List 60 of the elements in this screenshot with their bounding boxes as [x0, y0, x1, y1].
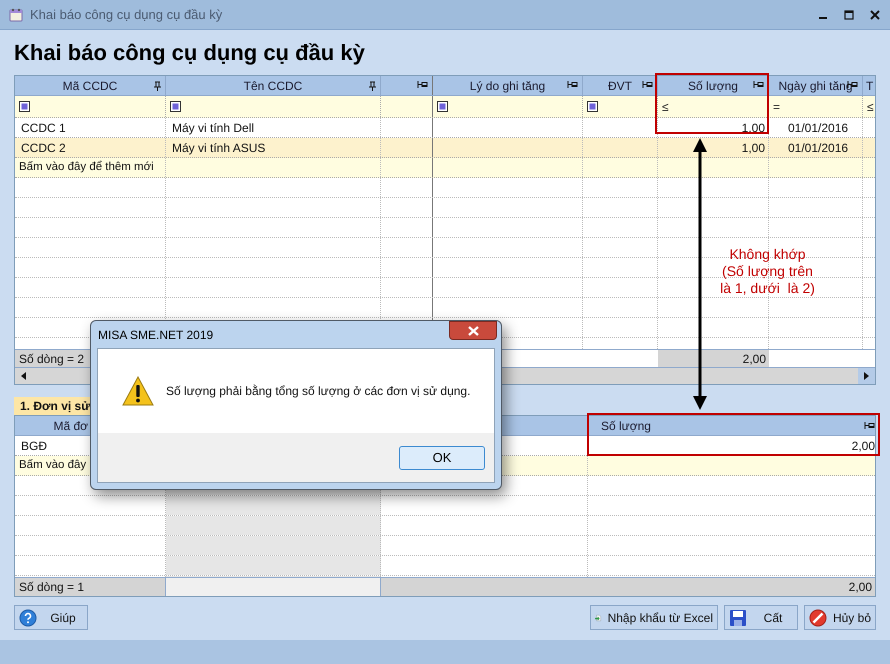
- table-cell-text: 01/01/2016: [787, 140, 850, 156]
- pin-icon: [417, 81, 428, 88]
- table-cell-text: Máy vi tính ASUS: [171, 140, 266, 156]
- column-header[interactable]: Số lượng: [588, 416, 875, 435]
- table-cell-text: 01/01/2016: [787, 120, 850, 136]
- pin-icon: [864, 422, 875, 429]
- table-cell-text: Máy vi tính Dell: [171, 120, 256, 136]
- square-icon: [19, 101, 30, 112]
- table-cell-text: 1,00: [740, 140, 766, 156]
- window-title: Khai báo công cụ dụng cụ đầu kỳ: [30, 6, 222, 24]
- cancel-button[interactable]: Hủy bỏ: [804, 605, 876, 630]
- pin-icon: [567, 81, 578, 88]
- help-button[interactable]: Giúp: [14, 605, 88, 630]
- square-icon: [170, 101, 181, 112]
- column-header[interactable]: ĐVT: [583, 76, 657, 95]
- column-header[interactable]: Mã CCDC: [15, 76, 165, 95]
- pin-icon: [369, 81, 376, 91]
- column-header[interactable]: Ngày ghi tăng: [769, 76, 862, 95]
- save-icon: [729, 608, 747, 626]
- warning-icon: [122, 376, 154, 406]
- dialog-title: MISA SME.NET 2019: [97, 326, 214, 344]
- dialog-message: Số lượng phải bằng tổng số lượng ở các đơn vị sử dụng.: [166, 383, 470, 400]
- column-header[interactable]: Lý do ghi tăng: [433, 76, 582, 95]
- notepad-icon: [8, 6, 24, 22]
- table-cell-text: CCDC 1: [20, 120, 67, 136]
- pin-icon: [642, 81, 653, 88]
- filter-operator[interactable]: ≤: [662, 98, 669, 116]
- table-cell-text: CCDC 2: [20, 140, 67, 156]
- section-tab[interactable]: 1. Đơn vị sử: [14, 397, 90, 415]
- add-row-hint[interactable]: Bấm vào đây để thêm mới: [15, 158, 165, 177]
- help-icon: [19, 608, 37, 626]
- pin-icon: [753, 81, 764, 88]
- column-header[interactable]: Số lượng: [658, 76, 768, 95]
- scroll-right-icon[interactable]: [858, 368, 875, 384]
- filter-operator[interactable]: ≤: [867, 98, 874, 116]
- save-button[interactable]: Cất: [724, 605, 798, 630]
- import-button[interactable]: Nhập khẩu từ Excel: [590, 605, 718, 630]
- table-cell-text: 2,00: [850, 438, 875, 454]
- annotation-text: Không khớp (Số lượng trên là 1, dưới là 2): [719, 246, 816, 297]
- row-count: Số dòng = 2: [18, 350, 86, 367]
- total-value: 2,00: [742, 350, 767, 367]
- filter-operator[interactable]: =: [773, 98, 780, 116]
- close-icon[interactable]: [870, 10, 880, 20]
- page-heading: Khai báo công cụ dụng cụ đầu kỳ: [14, 39, 365, 67]
- close-button[interactable]: [449, 321, 497, 340]
- column-header[interactable]: T: [863, 76, 875, 95]
- square-icon: [587, 101, 598, 112]
- row-count: Số dòng = 1: [19, 579, 84, 596]
- table-row[interactable]: CCDC 2 Máy vi tính ASUS 1,00 01/01/2016: [15, 138, 875, 158]
- table-cell-text: 1,00: [740, 120, 766, 136]
- total-value: 2,00: [848, 579, 872, 596]
- table-row[interactable]: CCDC 1 Máy vi tính Dell 1,00 01/01/2016: [15, 118, 875, 138]
- square-icon: [437, 101, 448, 112]
- ok-button[interactable]: OK: [399, 446, 485, 470]
- maximize-icon[interactable]: [844, 10, 854, 20]
- column-header[interactable]: Tên CCDC: [166, 76, 380, 95]
- cancel-icon: [809, 608, 827, 626]
- table-cell-text: BGĐ: [20, 438, 48, 454]
- close-icon: [468, 326, 478, 336]
- pin-icon: [154, 81, 161, 91]
